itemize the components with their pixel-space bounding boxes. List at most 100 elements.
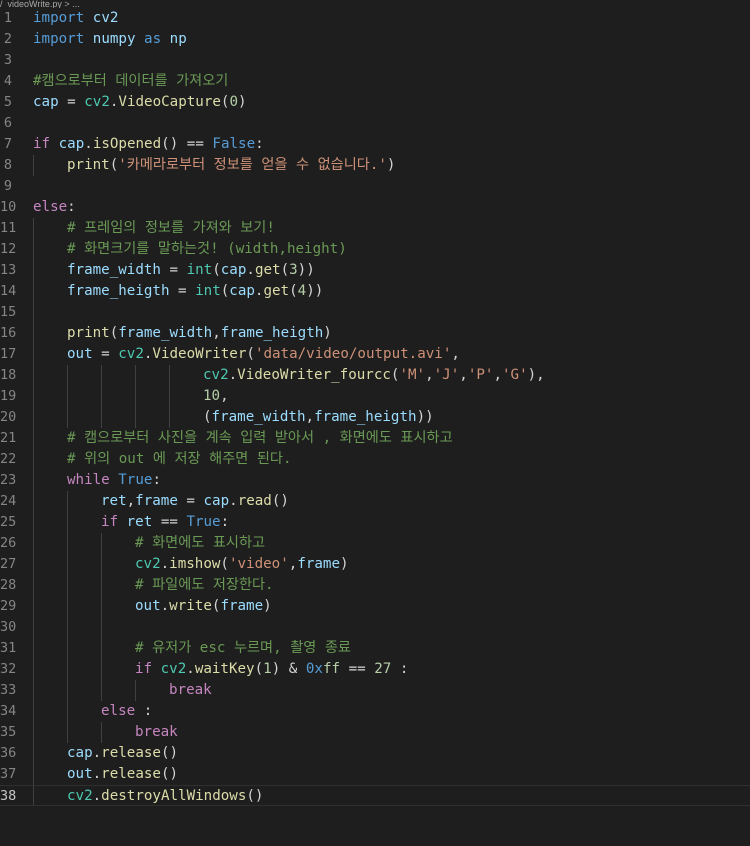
- line-number[interactable]: 31: [0, 638, 16, 659]
- line-number[interactable]: 29: [0, 596, 16, 617]
- code-text[interactable]: (frame_width,frame_heigth)): [203, 407, 434, 428]
- code-line[interactable]: 24 ret,frame = cap.read(): [0, 491, 750, 512]
- code-line[interactable]: 21 # 캠으로부터 사진을 계속 입력 받아서 , 화면에도 표시하고: [0, 428, 750, 449]
- code-line[interactable]: 33 break: [0, 680, 750, 701]
- code-line[interactable]: 19 10,: [0, 386, 750, 407]
- code-line[interactable]: 13 frame_width = int(cap.get(3)): [0, 260, 750, 281]
- code-line[interactable]: 8 print('카메라로부터 정보를 얻을 수 없습니다.'): [0, 155, 750, 176]
- code-line[interactable]: 35 break: [0, 722, 750, 743]
- line-number[interactable]: 11: [0, 218, 16, 239]
- code-text[interactable]: frame_heigth = int(cap.get(4)): [67, 281, 323, 302]
- line-number[interactable]: 30: [0, 617, 16, 638]
- line-number[interactable]: 27: [0, 554, 16, 575]
- code-line[interactable]: 32 if cv2.waitKey(1) & 0xff == 27 :: [0, 659, 750, 680]
- code-editor[interactable]: 1 import cv2 2 import numpy as np 3 4 #캠으로부터 데…: [0, 8, 750, 846]
- code-text[interactable]: # 파일에도 저장한다.: [135, 575, 274, 596]
- code-line[interactable]: 37 out.release(): [0, 764, 750, 785]
- code-text[interactable]: cv2.VideoWriter_fourcc('M','J','P','G'),: [203, 365, 545, 386]
- code-line[interactable]: 10 else:: [0, 197, 750, 218]
- code-line[interactable]: 31 # 유저가 esc 누르며, 촬영 종료: [0, 638, 750, 659]
- code-text[interactable]: out.write(frame): [135, 596, 272, 617]
- code-text[interactable]: import cv2: [33, 8, 118, 29]
- code-line[interactable]: 11 # 프레임의 정보를 가져와 보기!: [0, 218, 750, 239]
- code-text[interactable]: if cap.isOpened() == False:: [33, 134, 264, 155]
- code-line[interactable]: 18 cv2.VideoWriter_fourcc('M','J','P','G'…: [0, 365, 750, 386]
- code-line[interactable]: 15: [0, 302, 750, 323]
- line-number[interactable]: 18: [0, 365, 16, 386]
- code-line[interactable]: 5 cap = cv2.VideoCapture(0): [0, 92, 750, 113]
- line-number[interactable]: 22: [0, 449, 16, 470]
- code-line[interactable]: 28 # 파일에도 저장한다.: [0, 575, 750, 596]
- code-text[interactable]: if ret == True:: [101, 512, 229, 533]
- line-number[interactable]: 38: [0, 786, 16, 807]
- line-number[interactable]: 19: [0, 386, 16, 407]
- code-line[interactable]: 25 if ret == True:: [0, 512, 750, 533]
- line-number[interactable]: 36: [0, 743, 16, 764]
- line-number[interactable]: 33: [0, 680, 16, 701]
- code-text[interactable]: else:: [33, 197, 76, 218]
- line-number[interactable]: 6: [0, 113, 12, 134]
- code-line[interactable]: 2 import numpy as np: [0, 29, 750, 50]
- line-number[interactable]: 20: [0, 407, 16, 428]
- code-line[interactable]: 9: [0, 176, 750, 197]
- line-number[interactable]: 10: [0, 197, 16, 218]
- line-number[interactable]: 16: [0, 323, 16, 344]
- code-line[interactable]: 30: [0, 617, 750, 638]
- code-text[interactable]: else :: [101, 701, 152, 722]
- code-line[interactable]: 1 import cv2: [0, 8, 750, 29]
- code-text[interactable]: frame_width = int(cap.get(3)): [67, 260, 315, 281]
- code-line[interactable]: 27 cv2.imshow('video',frame): [0, 554, 750, 575]
- code-line[interactable]: 14 frame_heigth = int(cap.get(4)): [0, 281, 750, 302]
- line-number[interactable]: 7: [0, 134, 12, 155]
- code-text[interactable]: # 위의 out 에 저장 해주면 된다.: [67, 449, 291, 470]
- line-number[interactable]: 2: [0, 29, 12, 50]
- code-line[interactable]: 20 (frame_width,frame_heigth)): [0, 407, 750, 428]
- code-text[interactable]: print('카메라로부터 정보를 얻을 수 없습니다.'): [67, 155, 395, 176]
- line-number[interactable]: 3: [0, 50, 12, 71]
- code-line[interactable]: 17 out = cv2.VideoWriter('data/video/outp…: [0, 344, 750, 365]
- code-text[interactable]: import numpy as np: [33, 29, 187, 50]
- code-text[interactable]: print(frame_width,frame_heigth): [67, 323, 332, 344]
- code-text[interactable]: break: [169, 680, 212, 701]
- line-number[interactable]: 37: [0, 764, 16, 785]
- line-number[interactable]: 28: [0, 575, 16, 596]
- code-line[interactable]: 29 out.write(frame): [0, 596, 750, 617]
- line-number[interactable]: 4: [0, 71, 12, 92]
- code-text[interactable]: if cv2.waitKey(1) & 0xff == 27 :: [135, 659, 408, 680]
- line-number[interactable]: 8: [0, 155, 12, 176]
- code-line[interactable]: 38 cv2.destroyAllWindows(): [0, 785, 750, 806]
- code-line[interactable]: 22 # 위의 out 에 저장 해주면 된다.: [0, 449, 750, 470]
- code-text[interactable]: # 프레임의 정보를 가져와 보기!: [67, 218, 275, 239]
- code-text[interactable]: cap.release(): [67, 743, 178, 764]
- code-line[interactable]: 23 while True:: [0, 470, 750, 491]
- code-line[interactable]: 36 cap.release(): [0, 743, 750, 764]
- line-number[interactable]: 13: [0, 260, 16, 281]
- code-line[interactable]: 34 else :: [0, 701, 750, 722]
- code-text[interactable]: cv2.destroyAllWindows(): [67, 786, 263, 807]
- line-number[interactable]: 1: [0, 8, 12, 29]
- line-number[interactable]: 21: [0, 428, 16, 449]
- code-text[interactable]: # 캠으로부터 사진을 계속 입력 받아서 , 화면에도 표시하고: [67, 428, 453, 449]
- breadcrumb[interactable]: /_videoWrite.py > ...: [0, 0, 750, 8]
- code-text[interactable]: # 화면크기를 말하는것! (width,height): [67, 239, 347, 260]
- line-number[interactable]: 14: [0, 281, 16, 302]
- line-number[interactable]: 5: [0, 92, 12, 113]
- code-text[interactable]: break: [135, 722, 178, 743]
- code-text[interactable]: out = cv2.VideoWriter('data/video/output…: [67, 344, 460, 365]
- line-number[interactable]: 23: [0, 470, 16, 491]
- code-text[interactable]: while True:: [67, 470, 161, 491]
- line-number[interactable]: 26: [0, 533, 16, 554]
- code-text[interactable]: # 유저가 esc 누르며, 촬영 종료: [135, 638, 351, 659]
- code-line[interactable]: 4 #캠으로부터 데이터를 가져오기: [0, 71, 750, 92]
- line-number[interactable]: 24: [0, 491, 16, 512]
- line-number[interactable]: 34: [0, 701, 16, 722]
- code-line[interactable]: 6: [0, 113, 750, 134]
- code-text[interactable]: out.release(): [67, 764, 178, 785]
- code-line[interactable]: 3: [0, 50, 750, 71]
- code-text[interactable]: cv2.imshow('video',frame): [135, 554, 349, 575]
- code-text[interactable]: 10,: [203, 386, 229, 407]
- code-text[interactable]: ret,frame = cap.read(): [101, 491, 289, 512]
- line-number[interactable]: 15: [0, 302, 16, 323]
- code-line[interactable]: 12 # 화면크기를 말하는것! (width,height): [0, 239, 750, 260]
- line-number[interactable]: 17: [0, 344, 16, 365]
